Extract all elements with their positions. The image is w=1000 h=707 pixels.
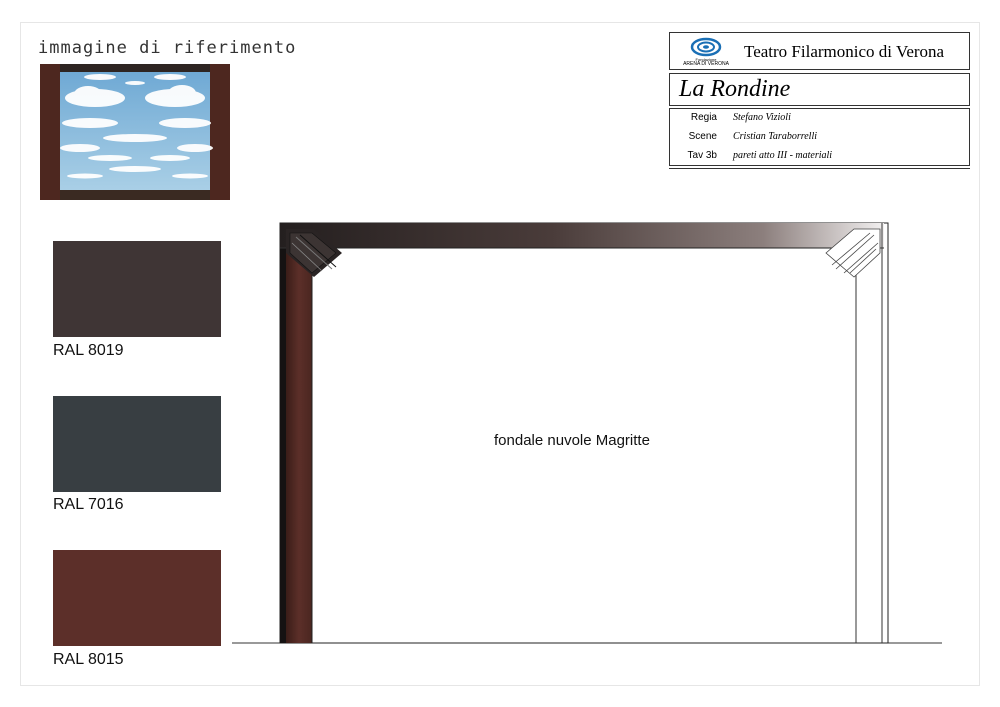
info-row-scene: Scene Cristian Taraborrelli: [670, 128, 969, 147]
swatch-label-ral-7016: RAL 7016: [53, 496, 124, 513]
backdrop-label: fondale nuvole Magritte: [494, 432, 650, 449]
reference-image: [40, 64, 230, 200]
title-block-bottom-rule: [669, 168, 970, 169]
theatre-name: Teatro Filarmonico di Verona: [744, 42, 945, 61]
info-label: Scene: [688, 131, 717, 142]
swatch-ral-8019: [53, 241, 221, 337]
swatch-ral-7016: [53, 396, 221, 492]
info-row-tavola: Tav 3b pareti atto III - materiali: [670, 147, 969, 166]
title-block-opera-row: La Rondine: [669, 73, 970, 106]
info-value: Cristian Taraborrelli: [733, 131, 818, 142]
arena-di-verona-logo: Fondazione ARENA DI VERONA: [683, 36, 729, 68]
title-block-theatre-row: Fondazione ARENA DI VERONA Teatro Filarm…: [669, 32, 970, 70]
title-block: Fondazione ARENA DI VERONA Teatro Filarm…: [669, 32, 970, 170]
reference-image-title: immagine di riferimento: [38, 38, 297, 58]
info-label: Tav 3b: [687, 150, 717, 161]
info-row-regia: Regia Stefano Vizioli: [670, 109, 969, 128]
swatch-label-ral-8015: RAL 8015: [53, 651, 124, 668]
info-label: Regia: [690, 112, 717, 123]
info-value: pareti atto III - materiali: [733, 150, 833, 161]
title-block-info: Regia Stefano Vizioli Scene Cristian Tar…: [669, 108, 970, 166]
opera-title: La Rondine: [679, 76, 791, 102]
swatch-label-ral-8019: RAL 8019: [53, 342, 124, 359]
info-value: Stefano Vizioli: [733, 112, 791, 123]
swatch-ral-8015: [53, 550, 221, 646]
